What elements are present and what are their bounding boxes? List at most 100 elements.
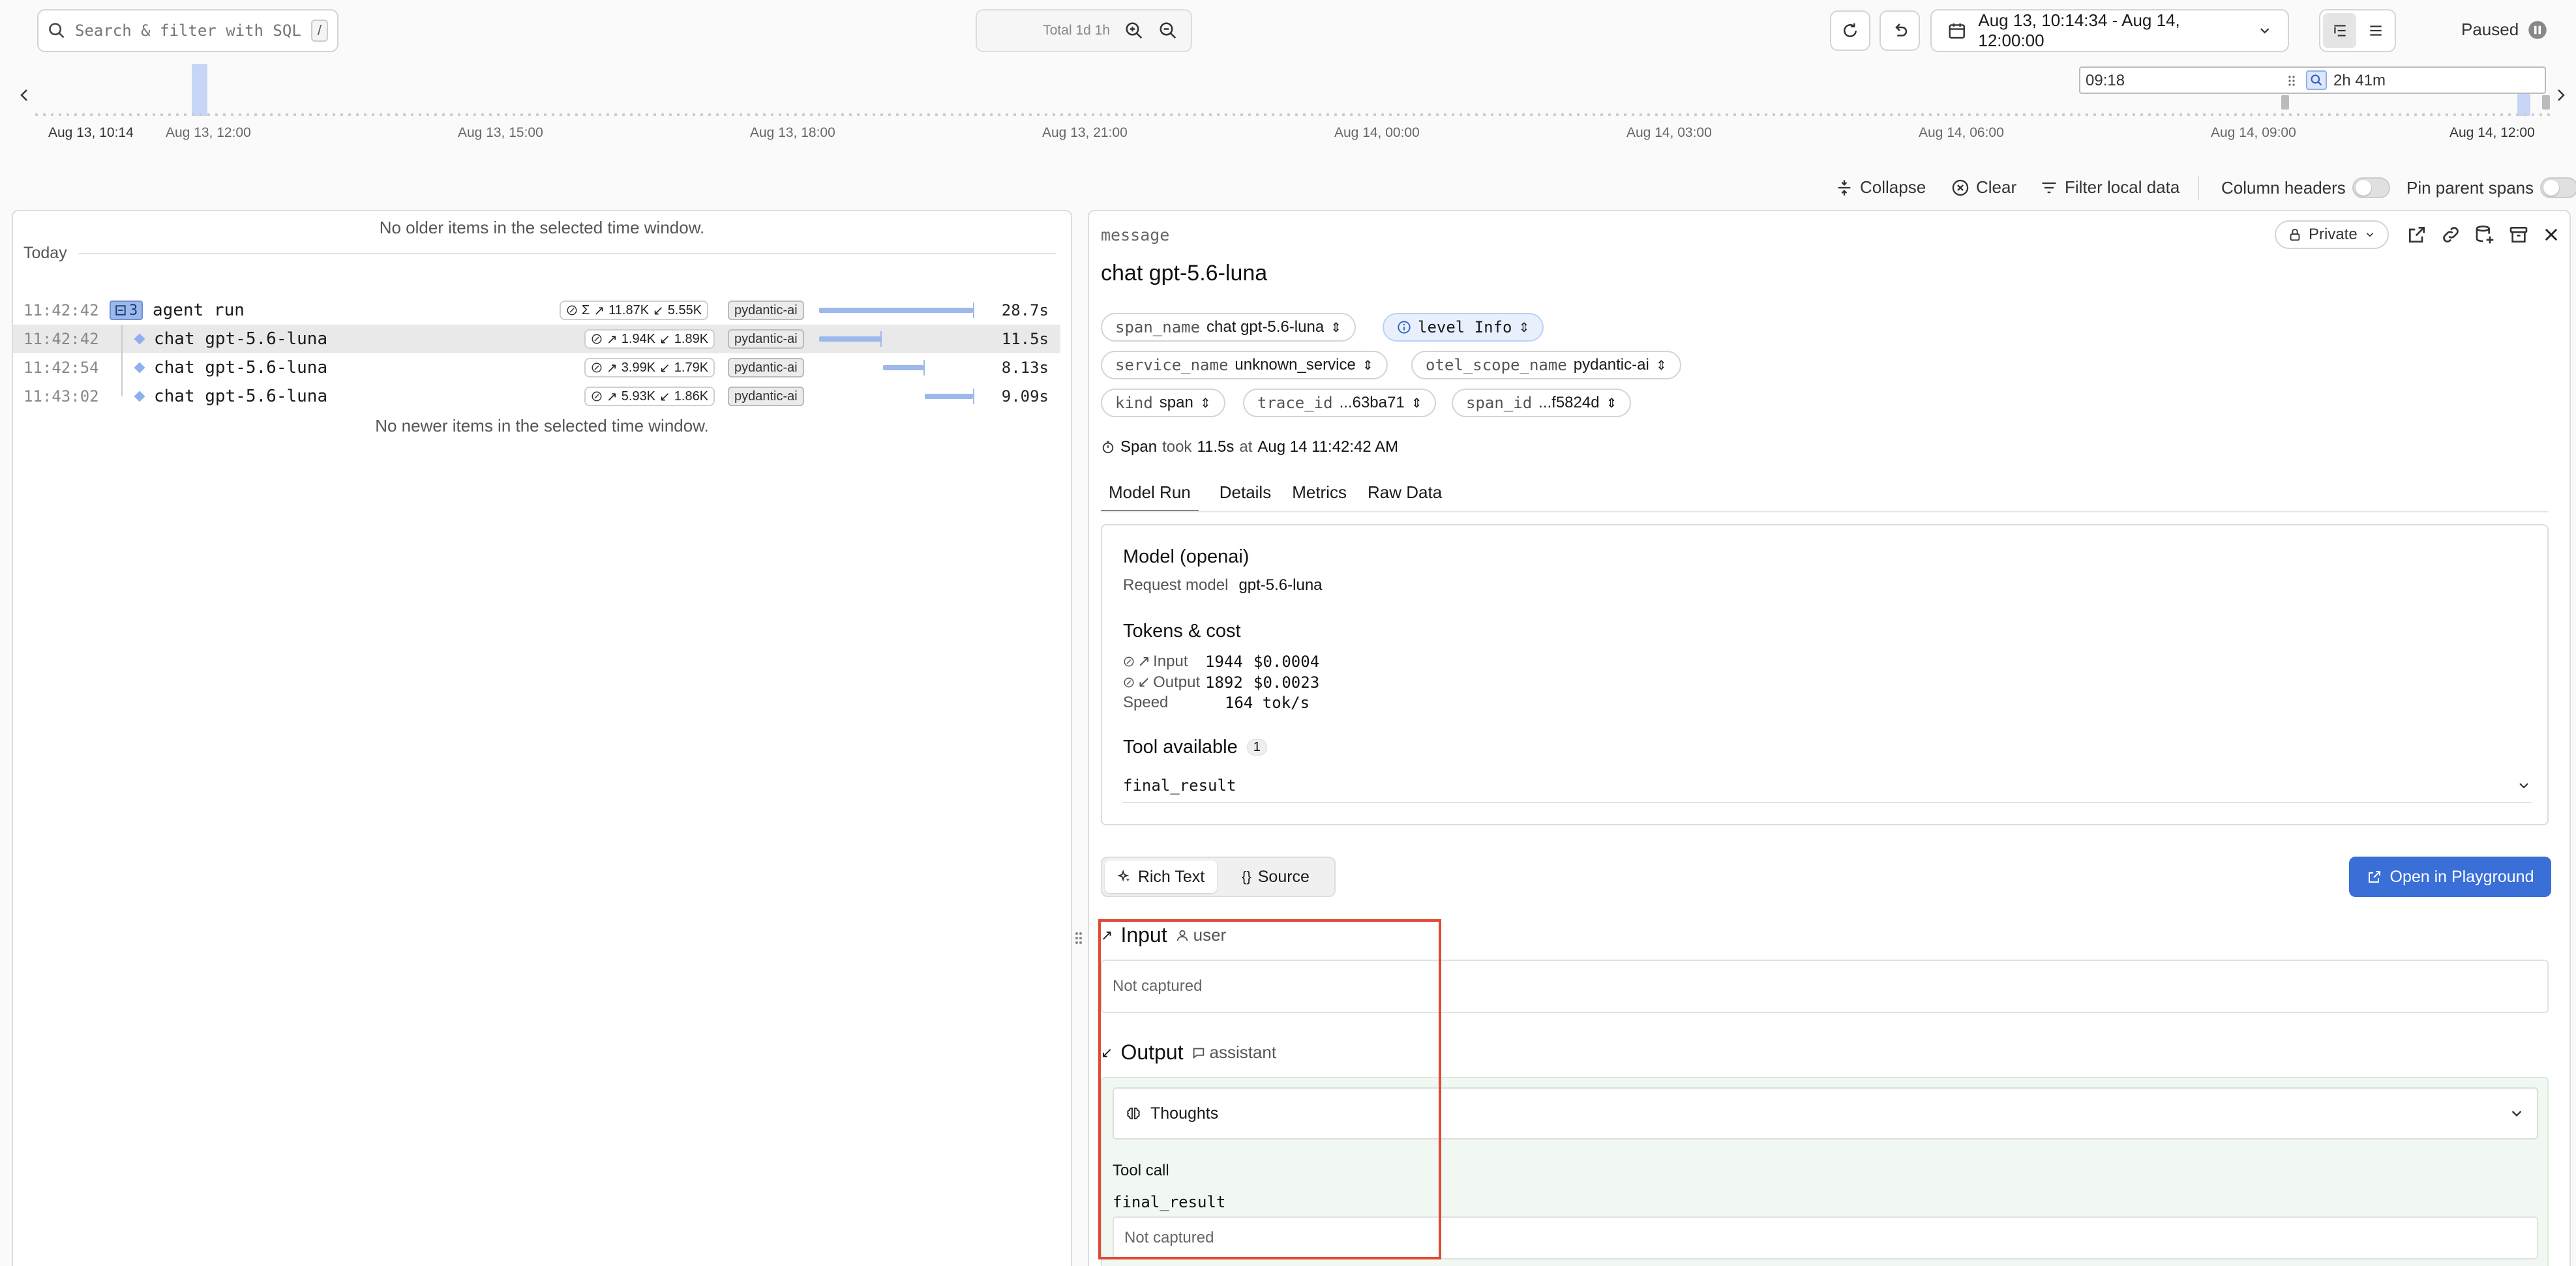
- window-start-label: 09:18: [2086, 72, 2125, 89]
- tree-line: [121, 382, 123, 396]
- chevron-right-icon[interactable]: [2553, 86, 2568, 104]
- span-at: at: [1239, 438, 1253, 456]
- refresh-button[interactable]: [1830, 10, 1870, 51]
- tool-item[interactable]: final_result: [1123, 769, 2532, 803]
- scope-tag: pydantic-ai: [728, 358, 804, 377]
- chevron-down-icon: [2260, 28, 2269, 34]
- visibility-dropdown[interactable]: Private: [2275, 220, 2389, 249]
- close-icon[interactable]: [2542, 226, 2560, 244]
- pin-parent-switch[interactable]: [2540, 177, 2576, 198]
- table-row[interactable]: 11:42:42 chat gpt-5.6-luna ↗ 1.94K ↙ 1.89K…: [13, 325, 1060, 353]
- span-marker-icon: [134, 333, 145, 345]
- undo-button[interactable]: [1880, 10, 1920, 51]
- otel-scope-chip[interactable]: otel_scope_name pydantic-ai ⇕: [1411, 351, 1681, 379]
- group-label: Today: [23, 244, 67, 262]
- duration-bar: [883, 365, 923, 370]
- span-name-chip[interactable]: span_name chat gpt-5.6-luna ⇕: [1101, 313, 1356, 342]
- timeline-start-label: Aug 13, 10:14: [48, 125, 134, 140]
- chip-key: kind: [1115, 394, 1153, 412]
- tab-raw-data[interactable]: Raw Data: [1368, 482, 1442, 512]
- refresh-icon: [1844, 23, 1857, 37]
- chip-key: span_name: [1115, 318, 1201, 336]
- pin-parent-toggle[interactable]: Pin parent spans: [2406, 177, 2576, 198]
- sort-icon: ⇕: [1655, 358, 1667, 373]
- scope-tag: pydantic-ai: [728, 387, 804, 406]
- date-range-picker[interactable]: Aug 13, 10:14:34 - Aug 14, 12:00:00: [1930, 9, 2289, 52]
- window-handle-left[interactable]: [2281, 95, 2289, 110]
- sort-icon: ⇕: [1518, 320, 1530, 335]
- zoom-in-icon[interactable]: [1124, 21, 1144, 40]
- tokens-in: 11.87K: [608, 302, 650, 317]
- tool-name: final_result: [1123, 776, 1236, 795]
- rich-text-button[interactable]: Rich Text: [1105, 861, 1217, 893]
- open-playground-button[interactable]: Open in Playground: [2349, 857, 2551, 897]
- toolbar-divider: [2198, 176, 2199, 199]
- archive-icon[interactable]: [2508, 224, 2529, 245]
- date-range-label: Aug 13, 10:14:34 - Aug 14, 12:00:00: [1978, 10, 2180, 50]
- live-status[interactable]: Paused: [2461, 20, 2547, 40]
- chip-value: ...f5824d: [1538, 394, 1600, 411]
- open-playground-label: Open in Playground: [2389, 867, 2534, 886]
- row-time: 11:42:42: [23, 301, 99, 319]
- drag-handle-icon[interactable]: [2284, 72, 2299, 90]
- row-duration: 9.09s: [1001, 387, 1049, 405]
- column-headers-switch[interactable]: [2352, 177, 2390, 198]
- tab-details[interactable]: Details: [1220, 482, 1271, 512]
- scope-tag: pydantic-ai: [728, 301, 804, 320]
- child-count-badge[interactable]: 3: [110, 301, 143, 320]
- zoom-out-icon[interactable]: [1158, 21, 1178, 40]
- tab-metrics[interactable]: Metrics: [1292, 482, 1347, 512]
- tree-line: [121, 353, 123, 382]
- duration-bar-end: [973, 302, 974, 318]
- source-label: Source: [1257, 867, 1310, 886]
- timeline-tick: Aug 14, 03:00: [1626, 125, 1712, 140]
- sort-icon: ⇕: [1199, 396, 1211, 411]
- collapse-square-icon: [115, 305, 126, 316]
- tokens-out: 5.55K: [667, 302, 702, 317]
- tools-count-badge: 1: [1246, 739, 1267, 756]
- sparkles-icon: [1116, 870, 1130, 882]
- duration-bar-end: [880, 331, 882, 347]
- external-link-icon[interactable]: [2406, 224, 2427, 245]
- collapse-button[interactable]: Collapse: [1835, 177, 1926, 198]
- span-id-chip[interactable]: span_id ...f5824d ⇕: [1452, 389, 1632, 417]
- list-view-button[interactable]: [2359, 13, 2392, 48]
- add-to-dataset-icon[interactable]: [2474, 224, 2495, 245]
- braces-icon: {}: [1242, 868, 1251, 885]
- arrow-down-left-icon: ↙: [653, 303, 664, 318]
- service-name-chip[interactable]: service_name unknown_service ⇕: [1101, 351, 1388, 379]
- arrow-down-left-icon: ↙: [659, 389, 670, 404]
- window-zoom-button[interactable]: [2306, 70, 2327, 90]
- table-row[interactable]: 11:42:54 chat gpt-5.6-luna ↗ 3.99K ↙ 1.79K…: [13, 353, 1060, 382]
- arrow-up-right-icon: ↗: [593, 303, 605, 318]
- timeline-window[interactable]: 09:18 2h 41m: [2079, 66, 2546, 94]
- window-handle-right[interactable]: [2542, 95, 2550, 110]
- arrow-up-right-icon: ↗: [607, 389, 618, 404]
- search-box[interactable]: /: [37, 9, 338, 52]
- level-chip[interactable]: level Info ⇕: [1383, 313, 1544, 342]
- column-headers-toggle[interactable]: Column headers: [2221, 177, 2390, 198]
- search-input[interactable]: [75, 22, 302, 40]
- timeline-tick: Aug 13, 18:00: [750, 125, 835, 140]
- highlight-annotation: [1098, 919, 1441, 1259]
- row-time: 11:42:42: [23, 330, 99, 348]
- clear-button[interactable]: Clear: [1951, 177, 2016, 198]
- output-count: 1892: [1205, 673, 1243, 692]
- resize-handle-icon[interactable]: [1072, 928, 1085, 948]
- source-button[interactable]: {} Source: [1220, 861, 1332, 893]
- table-row[interactable]: 11:43:02 chat gpt-5.6-luna ↗ 5.93K ↙ 1.86K…: [13, 382, 1060, 411]
- kind-chip[interactable]: kind span ⇕: [1101, 389, 1225, 417]
- timeline-tick: Aug 14, 06:00: [1919, 125, 2004, 140]
- link-icon[interactable]: [2440, 224, 2461, 245]
- tab-model-run[interactable]: Model Run: [1101, 482, 1199, 512]
- input-cost: $0.0004: [1253, 652, 1320, 671]
- chevron-left-icon[interactable]: [17, 86, 33, 104]
- tree-view-button[interactable]: [2323, 13, 2356, 48]
- pin-parent-label: Pin parent spans: [2406, 177, 2534, 198]
- table-row[interactable]: 11:42:42 3 agent run Σ ↗ 11.87K ↙ 5.55K py…: [13, 296, 1060, 325]
- request-model-label: Request model: [1123, 576, 1229, 594]
- trace-id-chip[interactable]: trace_id ...63ba71 ⇕: [1243, 389, 1437, 417]
- token-pill: ↗ 3.99K ↙ 1.79K: [584, 358, 715, 377]
- filter-local-button[interactable]: Filter local data: [2040, 177, 2179, 198]
- tokens-in: 3.99K: [621, 360, 656, 375]
